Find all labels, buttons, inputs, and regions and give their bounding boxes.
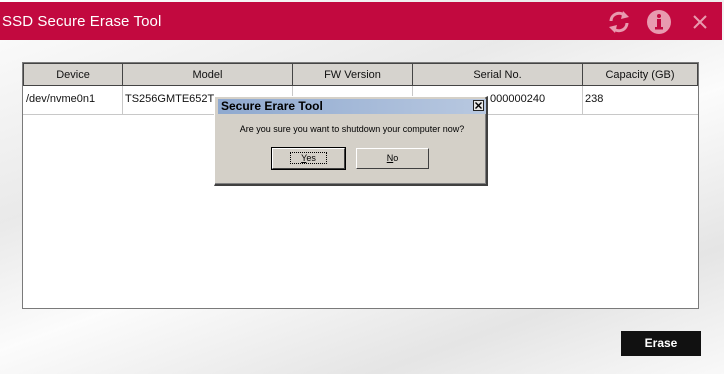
close-icon[interactable] (690, 12, 710, 32)
yes-button[interactable]: Yes (271, 147, 346, 170)
column-header-device[interactable]: Device (23, 63, 123, 86)
column-header-capacity[interactable]: Capacity (GB) (582, 63, 698, 86)
info-icon[interactable] (645, 8, 673, 36)
dialog-close-button[interactable] (473, 100, 484, 111)
cell-capacity: 238 (582, 86, 698, 115)
confirm-dialog: Secure Erare Tool Are you sure you want … (214, 96, 488, 186)
no-button-label: No (386, 153, 399, 163)
refresh-icon[interactable] (605, 8, 633, 36)
title-bar: SSD Secure Erase Tool (0, 2, 722, 40)
dialog-message: Are you sure you want to shutdown your c… (239, 124, 465, 134)
column-header-model[interactable]: Model (122, 63, 293, 86)
no-button[interactable]: No (356, 148, 429, 169)
column-header-serial-no[interactable]: Serial No. (412, 63, 583, 86)
app-title: SSD Secure Erase Tool (2, 13, 162, 30)
column-header-fw-version[interactable]: FW Version (292, 63, 413, 86)
dialog-title-bar[interactable]: Secure Erare Tool (218, 99, 486, 114)
dialog-title: Secure Erare Tool (221, 99, 323, 113)
erase-button[interactable]: Erase (621, 331, 701, 356)
cell-device: /dev/nvme0n1 (23, 86, 123, 115)
yes-button-label: Yes (290, 152, 327, 164)
close-icon (475, 102, 482, 109)
